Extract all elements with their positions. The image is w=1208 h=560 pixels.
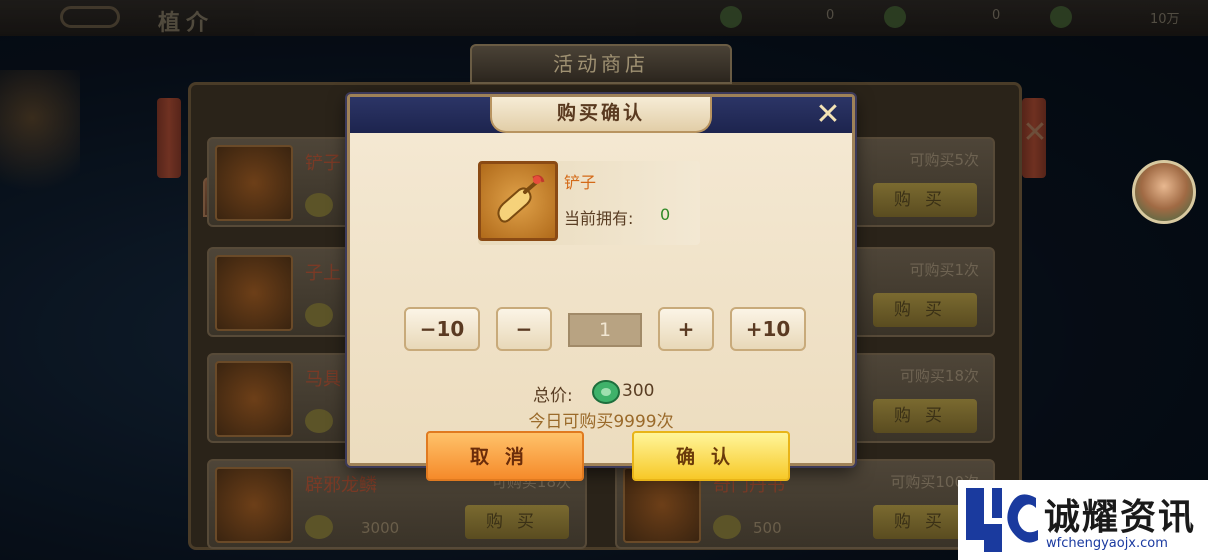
total-price-label: 总价: [533,386,573,406]
dialog-body: 铲子 当前拥有: 0 −10 − 1 + +10 总价: 300 今日可购买99… [350,133,852,481]
close-icon[interactable]: ✕ [810,99,846,131]
buy-button[interactable]: 购买 [873,293,977,327]
item-name: 子上 [305,263,341,284]
shop-title-banner: 活动商店 [470,44,732,84]
side-event-icon[interactable] [0,70,80,230]
resource-icon [720,6,742,28]
coin-icon [305,515,333,539]
item-cost: 3000 [361,519,400,537]
plus-10-button[interactable]: +10 [730,307,806,351]
shovel-icon [478,161,558,241]
dialog-header: 购买确认 ✕ [350,97,852,133]
lantern-pillar-left [157,98,181,178]
watermark: 诚耀资讯 wfchengyaojx.com [958,480,1208,560]
item-name: 辟邪龙鳞 [305,475,377,496]
minus-1-button[interactable]: − [496,307,552,351]
item-name: 铲子 [564,173,597,192]
shop-close-icon[interactable]: ✕ [1018,116,1052,150]
item-quota: 可购买1次 [909,261,979,279]
daily-limit-text: 今日可购买9999次 [528,412,674,432]
jade-coin-icon [592,379,620,409]
resource-value: 0 [992,8,1001,23]
saddle-icon [215,361,293,437]
item-name: 铲子 [305,153,341,174]
resource-value: 10万 [1150,12,1180,27]
resource-icon [1050,6,1072,28]
item-cost: 500 [753,519,782,537]
jade-coin-icon [305,193,333,217]
watermark-url: wfchengyaojx.com [1046,536,1168,551]
confirm-button[interactable]: 确认 [632,431,790,481]
buy-button[interactable]: 购买 [465,505,569,539]
coin-icon [305,303,333,327]
dragon-scale-icon [215,467,293,543]
back-arrow-icon[interactable] [60,6,120,28]
hero-portrait-icon [215,255,293,331]
item-quota: 可购买18次 [899,367,979,385]
owned-label: 当前拥有: [564,209,634,228]
resource-value: 0 [826,8,835,23]
buy-button[interactable]: 购买 [873,399,977,433]
item-card: 铲子 当前拥有: 0 [478,161,700,245]
watermark-name: 诚耀资讯 [1044,497,1197,538]
page-title: 植介 [158,11,215,36]
cancel-button[interactable]: 取消 [426,431,584,481]
minus-10-button[interactable]: −10 [404,307,480,351]
avatar[interactable] [1132,160,1196,224]
coin-icon [305,409,333,433]
dialog-title-ribbon: 购买确认 [490,97,712,133]
item-name: 马具 [305,369,341,390]
owned-value: 0 [660,205,671,224]
quantity-field[interactable]: 1 [568,313,642,347]
resource-icon [884,6,906,28]
buy-button[interactable]: 购买 [873,183,977,217]
shovel-icon [215,145,293,221]
shop-title: 活动商店 [553,52,649,76]
purchase-confirm-dialog: 购买确认 ✕ 铲子 当前拥有: 0 −10 − 1 + +10 总价: 300 … [347,94,855,481]
coin-icon [713,515,741,539]
item-quota: 可购买5次 [909,151,979,169]
top-bar: 植介 0 0 10万 [0,0,1208,36]
yc-logo-icon [962,484,1040,560]
plus-1-button[interactable]: + [658,307,714,351]
total-price-value: 300 [622,381,655,401]
dialog-title: 购买确认 [556,102,645,124]
